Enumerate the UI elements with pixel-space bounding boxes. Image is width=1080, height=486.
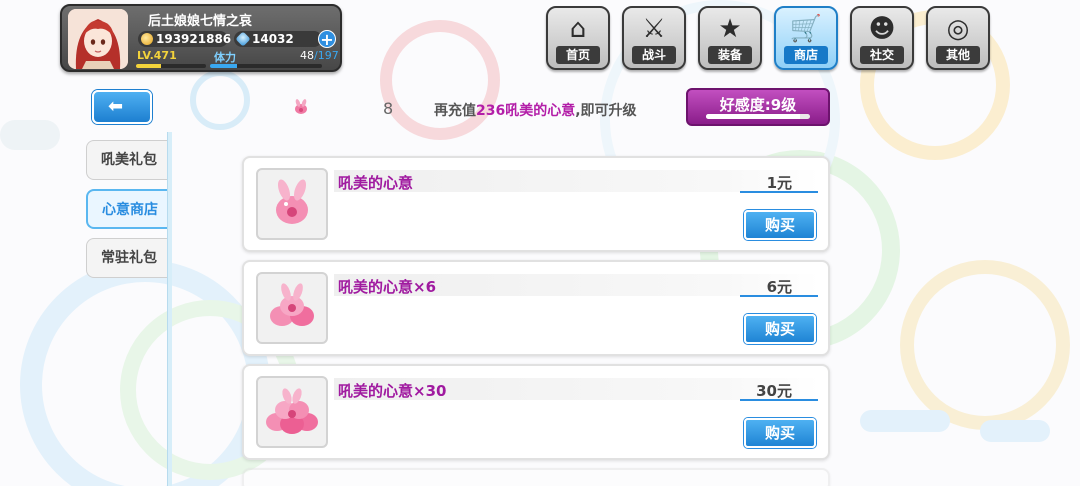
level-progress-bar (136, 64, 206, 68)
tab-heart-shop[interactable]: 心意商店 (86, 189, 168, 229)
nav-social[interactable]: ☻ 社交 (850, 6, 914, 70)
other-icon: ◎ (946, 14, 970, 44)
stamina-progress-fill (210, 64, 237, 68)
price-underline (740, 295, 818, 297)
nav-other-label: 其他 (936, 46, 980, 64)
nav-home-label: 首页 (556, 46, 600, 64)
buy-button[interactable]: 购买 (744, 418, 816, 448)
stamina-progress-bar (210, 64, 322, 68)
nav-home[interactable]: ⌂ 首页 (546, 6, 610, 70)
gem-amount: 14032 (252, 32, 294, 46)
nav-social-label: 社交 (860, 46, 904, 64)
tab-gift-pack[interactable]: 吼美礼包 (86, 140, 168, 180)
gem-icon (235, 31, 251, 47)
affection-level-text: 好感度:9级 (719, 96, 797, 114)
player-name: 后土娘娘七情之哀 (148, 14, 253, 29)
nav-battle[interactable]: ⚔ 战斗 (622, 6, 686, 70)
stamina-value: 48/197 (300, 49, 339, 62)
back-button[interactable]: ⬅ (92, 90, 152, 124)
affection-level-badge: 好感度:9级 (686, 88, 830, 126)
tab-permanent-pack[interactable]: 常驻礼包 (86, 238, 168, 278)
social-icon: ☻ (868, 14, 896, 44)
stamina-current: 48 (300, 49, 314, 62)
top-nav: ⌂ 首页 ⚔ 战斗 ★ 装备 🛒 商店 ☻ 社交 ◎ 其他 (546, 6, 990, 70)
nav-shop-label: 商店 (784, 46, 828, 64)
heart-gift-six-icon (270, 283, 314, 326)
product-card: 吼美的心意×30 30元 购买 (242, 364, 830, 460)
price-underline (740, 399, 818, 401)
product-icon (256, 272, 328, 344)
stamina-max: /197 (314, 49, 339, 62)
product-price: 1元 (766, 174, 792, 192)
back-arrow-icon: ⬅ (108, 96, 124, 117)
heart-gift-thirty-icon (266, 388, 318, 434)
level-progress-fill (136, 64, 161, 68)
heart-gift-icon (295, 99, 307, 114)
add-gems-button[interactable]: + (318, 30, 336, 48)
gold-counter: 193921886 (138, 31, 232, 47)
product-icon (256, 168, 328, 240)
nav-equipment-label: 装备 (708, 46, 752, 64)
player-card[interactable]: 后土娘娘七情之哀 193921886 14032 + LV.471 体力 48/… (60, 4, 342, 72)
buy-button[interactable]: 购买 (744, 210, 816, 240)
gem-counter: 14032 (234, 31, 322, 47)
upgrade-msg-suffix: ,即可升级 (575, 103, 637, 119)
gold-amount: 193921886 (156, 32, 232, 46)
equipment-icon: ★ (718, 14, 742, 44)
product-price: 30元 (756, 382, 792, 400)
product-card: 吼美的心意×6 6元 购买 (242, 260, 830, 356)
nav-other[interactable]: ◎ 其他 (926, 6, 990, 70)
product-name: 吼美的心意 (338, 174, 414, 192)
nav-equipment[interactable]: ★ 装备 (698, 6, 762, 70)
product-name: 吼美的心意×30 (338, 382, 447, 400)
heart-count: 8 (383, 99, 394, 118)
buy-button[interactable]: 购买 (744, 314, 816, 344)
player-avatar (68, 9, 128, 69)
upgrade-message: 再充值236吼美的心意,即可升级 (434, 100, 637, 120)
upgrade-msg-highlight: 236吼美的心意 (476, 103, 576, 119)
product-card: 吼美的心意 1元 购买 (242, 156, 830, 252)
product-icon (256, 376, 328, 448)
affection-progress-bar (706, 114, 810, 119)
heart-gift-single-icon (276, 179, 308, 224)
price-underline (740, 191, 818, 193)
shop-icon: 🛒 (789, 14, 823, 44)
product-card-partial (242, 468, 830, 486)
gold-coin-icon (141, 33, 153, 45)
panel-divider (167, 132, 172, 486)
avatar-portrait (68, 9, 128, 69)
battle-icon: ⚔ (642, 14, 666, 44)
nav-battle-label: 战斗 (632, 46, 676, 64)
product-name: 吼美的心意×6 (338, 278, 437, 296)
home-icon: ⌂ (569, 14, 587, 44)
upgrade-msg-prefix: 再充值 (434, 103, 476, 119)
stamina-label: 体力 (214, 51, 236, 64)
nav-shop[interactable]: 🛒 商店 (774, 6, 838, 70)
affection-progress-fill (706, 114, 800, 119)
player-level: LV.471 (137, 49, 177, 62)
product-price: 6元 (766, 278, 792, 296)
